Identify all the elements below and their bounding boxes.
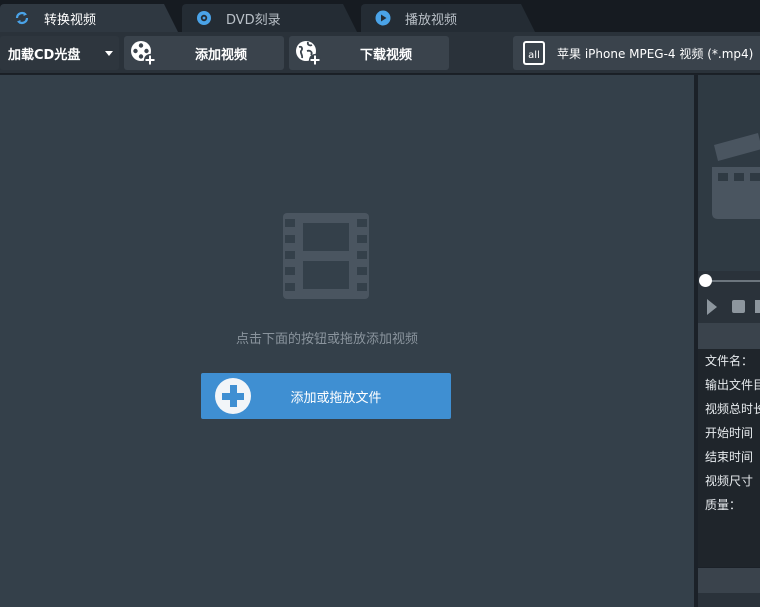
phone-icon: all xyxy=(519,38,549,68)
playback-controls xyxy=(698,293,760,321)
download-video-label: 下载视频 xyxy=(359,47,412,63)
tab-bar: 转换视频 DVD刻录 播放视频 xyxy=(0,0,760,32)
drop-hint: 点击下面的按钮或拖放添加视频 xyxy=(235,332,418,347)
video-preview xyxy=(698,75,760,271)
stop-icon[interactable] xyxy=(732,300,745,313)
plus-icon xyxy=(215,378,251,414)
load-cd-label: 加载CD光盘 xyxy=(8,47,81,63)
seek-slider[interactable] xyxy=(698,271,760,291)
info-row-quality: 质量： xyxy=(705,498,742,512)
tab-label: 转换视频 xyxy=(44,12,97,28)
info-row-start-time: 开始时间 xyxy=(705,426,754,440)
info-row-end-time: 结束时间 xyxy=(705,450,754,464)
file-info-panel: 文件名： 输出文件目 视频总时长 开始时间 结束时间 视频尺寸 质量： xyxy=(698,323,760,567)
panel-footer xyxy=(698,567,760,593)
panel-footer-lower xyxy=(698,593,760,607)
add-video-button[interactable]: 添加视频 xyxy=(124,36,284,70)
info-header xyxy=(698,323,760,349)
disc-icon xyxy=(196,10,212,26)
info-row-filename: 文件名： xyxy=(705,354,754,368)
add-file-button[interactable]: 添加或拖放文件 xyxy=(201,373,451,419)
add-file-label: 添加或拖放文件 xyxy=(290,390,382,406)
tab-play-video[interactable]: 播放视频 xyxy=(361,4,535,32)
info-row-output-dir: 输出文件目 xyxy=(705,378,760,392)
preview-panel: 文件名： 输出文件目 视频总时长 开始时间 结束时间 视频尺寸 质量： xyxy=(698,75,760,607)
format-label: 苹果 iPhone MPEG-4 视频 (*.mp4) xyxy=(557,46,754,61)
add-video-label: 添加视频 xyxy=(194,47,247,63)
output-format-selector[interactable]: all 苹果 iPhone MPEG-4 视频 (*.mp4) xyxy=(513,36,760,70)
tab-label: 播放视频 xyxy=(405,12,458,28)
info-row-duration: 视频总时长 xyxy=(705,402,760,416)
download-video-button[interactable]: 下载视频 xyxy=(289,36,449,70)
svg-text:all: all xyxy=(528,50,540,61)
globe-add-icon xyxy=(293,38,323,68)
info-row-video-size: 视频尺寸 xyxy=(705,474,754,488)
film-strip-icon xyxy=(283,213,369,299)
film-reel-add-icon xyxy=(128,38,158,68)
refresh-icon xyxy=(14,10,30,26)
load-cd-button[interactable]: 加载CD光盘 xyxy=(0,36,119,70)
chevron-down-icon[interactable] xyxy=(105,50,113,56)
tab-convert-video[interactable]: 转换视频 xyxy=(0,4,178,32)
toolbar: 加载CD光盘 添加视频 下载视频 all 苹果 iPhone MPEG-4 视频… xyxy=(0,32,760,74)
clapperboard-icon xyxy=(712,133,760,219)
play-circle-icon xyxy=(375,10,391,26)
play-icon[interactable] xyxy=(707,299,717,315)
next-icon[interactable] xyxy=(755,300,760,313)
seek-handle[interactable] xyxy=(699,274,712,287)
tab-dvd-burn[interactable]: DVD刻录 xyxy=(182,4,357,32)
tab-label: DVD刻录 xyxy=(226,12,281,28)
